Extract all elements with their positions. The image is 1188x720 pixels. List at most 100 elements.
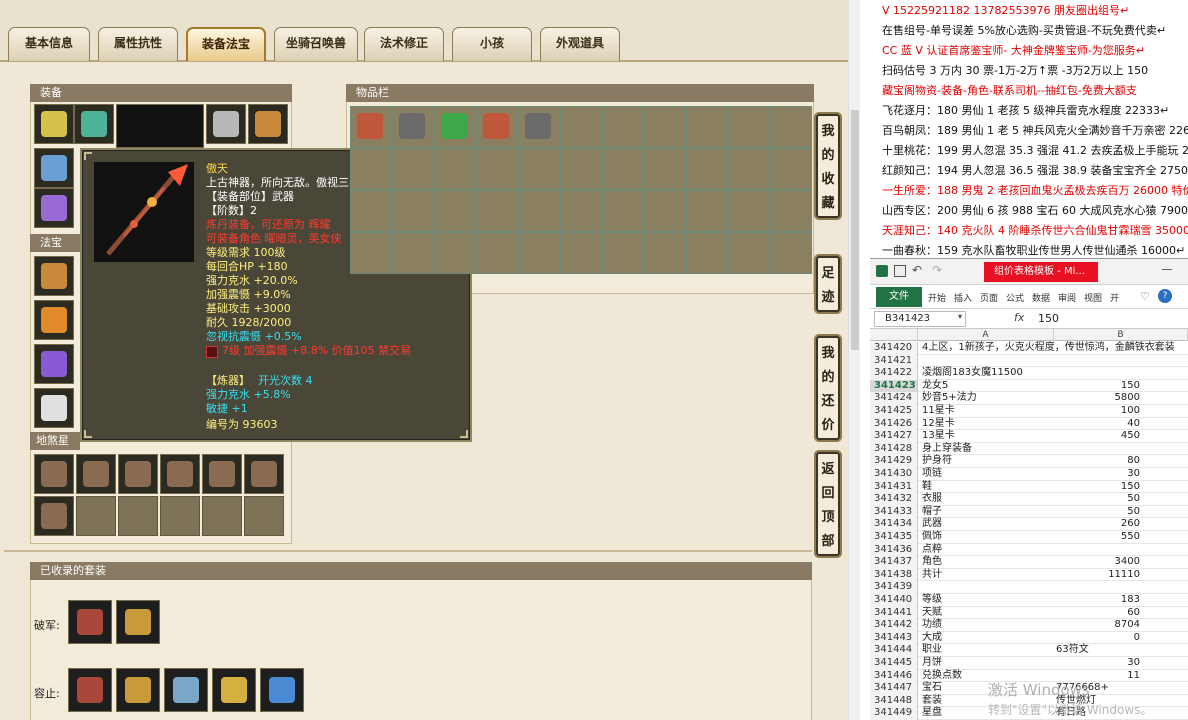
inventory-cell[interactable] [518,190,560,232]
cell-b[interactable]: 100 [1056,405,1140,418]
inventory-cell[interactable] [728,106,770,148]
sheet-row[interactable]: 341434 武器 260 [870,518,1188,531]
inventory-cell[interactable] [686,148,728,190]
inventory-cell[interactable] [518,106,560,148]
cell-b[interactable]: 8704 [1056,619,1140,632]
sprite-slot[interactable] [118,454,158,494]
row-number[interactable]: 341440 [870,594,918,607]
inventory-cell[interactable] [686,232,728,274]
row-number[interactable]: 341442 [870,619,918,632]
side-button[interactable]: 我的还价 [814,334,842,442]
tab-children[interactable]: 小孩 [452,27,532,61]
inventory-cell[interactable] [518,232,560,274]
tab-mounts[interactable]: 坐骑召唤兽 [274,27,358,61]
cell-a[interactable]: 职业 [922,644,1052,657]
inventory-cell[interactable] [392,232,434,274]
set-item-slot[interactable] [164,668,208,712]
side-button[interactable]: 返回顶部 [814,450,842,558]
sheet-row[interactable]: 341444 职业 63符文 [870,644,1188,657]
inventory-cell[interactable] [392,148,434,190]
inventory-cell[interactable] [728,232,770,274]
inventory-cell[interactable] [560,190,602,232]
row-number[interactable]: 341444 [870,644,918,657]
column-header-a[interactable]: A [918,329,1054,341]
ribbon-tab[interactable]: 开 [1110,291,1119,304]
row-number[interactable]: 341429 [870,455,918,468]
inventory-cell[interactable] [644,106,686,148]
sprite-slot[interactable] [76,454,116,494]
inventory-cell[interactable] [602,106,644,148]
sheet-row[interactable]: 341436 点粹 [870,543,1188,557]
side-button[interactable]: 足迹 [814,254,842,314]
minimize-icon[interactable] [1162,269,1172,270]
sheet-row[interactable]: 341445 月饼 30 [870,657,1188,670]
tab-basic-info[interactable]: 基本信息 [8,27,90,61]
row-number[interactable]: 341448 [870,694,918,708]
cell-b[interactable]: 30 [1056,468,1140,481]
cell-a[interactable]: 功绩 [922,619,1052,632]
tab-equipment[interactable]: 装备法宝 [186,27,266,61]
row-number[interactable]: 341420 [870,342,918,355]
row-number[interactable]: 341427 [870,430,918,443]
inventory-cell[interactable] [560,232,602,274]
set-item-slot[interactable] [68,668,112,712]
sprite-slot[interactable] [202,496,242,536]
cell-a[interactable]: 等级 [922,594,1052,607]
row-number[interactable]: 341437 [870,556,918,569]
tab-appearance[interactable]: 外观道具 [540,27,620,61]
inventory-cell[interactable] [350,148,392,190]
sheet-row[interactable]: 341439 [870,581,1188,594]
page-scrollbar[interactable] [848,0,860,720]
inventory-cell[interactable] [728,148,770,190]
cell-a[interactable]: 衣服 [922,493,1052,506]
cell-b[interactable]: 5800 [1056,392,1140,405]
cell-b[interactable]: 63符文 [1056,644,1140,657]
row-number[interactable]: 341430 [870,468,918,481]
equipment-slot[interactable] [74,104,114,144]
row-number[interactable]: 341445 [870,657,918,670]
row-number[interactable]: 341447 [870,682,918,695]
inventory-cell[interactable] [770,148,812,190]
row-number[interactable]: 341422 [870,367,918,380]
row-number[interactable]: 341436 [870,543,918,557]
tab-attributes[interactable]: 属性抗性 [98,27,178,61]
inventory-cell[interactable] [644,190,686,232]
cell-a[interactable]: 点粹 [922,544,1052,557]
cell-a[interactable]: 鞋 [922,481,1052,494]
sheet-row[interactable]: 341422 凌烟阁183女魔11500 [870,367,1188,380]
sprite-slot[interactable] [244,454,284,494]
cell-a[interactable]: 项链 [922,468,1052,481]
inventory-cell[interactable] [686,190,728,232]
column-header-b[interactable]: B [1054,329,1188,341]
sprite-slot[interactable] [34,496,74,536]
row-number[interactable]: 341431 [870,480,918,494]
cell-b[interactable]: 40 [1056,418,1140,431]
sheet-row[interactable]: 341443 大成 0 [870,631,1188,645]
sheet-row[interactable]: 341428 身上穿装备 [870,442,1188,456]
inventory-cell[interactable] [476,106,518,148]
inventory-cell[interactable] [644,232,686,274]
inventory-cell[interactable] [434,148,476,190]
cell-b[interactable]: 260 [1056,518,1140,531]
sheet-row[interactable]: 341437 角色 3400 [870,556,1188,569]
treasure-slot[interactable] [34,300,74,340]
cell-a[interactable]: 4上区，1新孩子，火克火程度，传世惊鸿，金麟铁衣套装 [922,342,1175,355]
ribbon-tab[interactable]: 公式 [1006,291,1024,304]
row-number[interactable]: 341425 [870,405,918,418]
row-number[interactable]: 341423 [870,379,918,393]
cell-b[interactable]: 11110 [1056,569,1140,582]
ribbon-tab[interactable]: 插入 [954,291,972,304]
save-icon[interactable] [894,265,906,277]
sheet-row[interactable]: 341432 衣服 50 [870,493,1188,506]
sprite-slot[interactable] [244,496,284,536]
cell-a[interactable]: 12星卡 [922,418,1052,431]
sprite-slot[interactable] [118,496,158,536]
cell-a[interactable]: 妙音5+法力 [922,392,1052,405]
sprite-slot[interactable] [160,454,200,494]
sheet-row[interactable]: 341442 功绩 8704 [870,619,1188,632]
cell-a[interactable]: 共计 [922,569,1052,582]
cell-b[interactable]: 80 [1056,455,1140,468]
inventory-cell[interactable] [770,232,812,274]
cell-b[interactable]: 450 [1056,430,1140,443]
sheet-row[interactable]: 341423 龙女5 150 [870,379,1188,393]
